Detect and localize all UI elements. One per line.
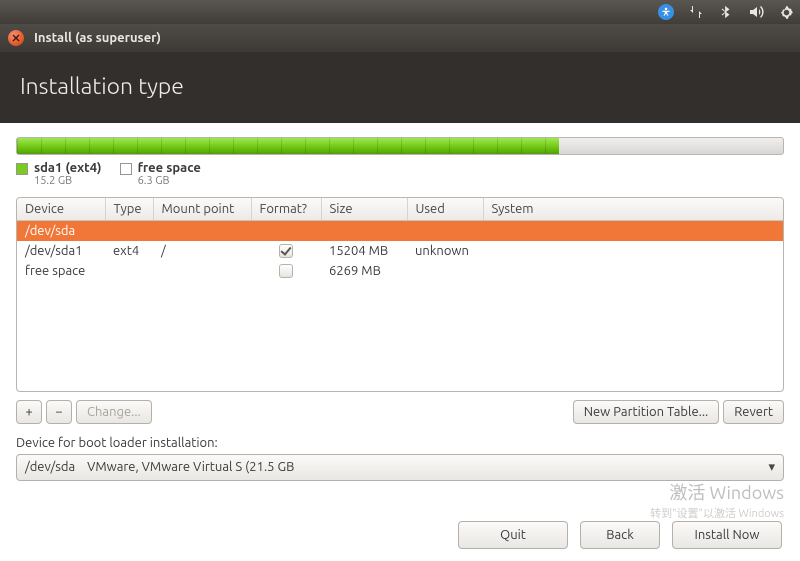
change-partition-button[interactable]: Change... xyxy=(76,400,152,424)
usage-segment-used xyxy=(17,138,559,154)
bootloader-device-select[interactable]: /dev/sda VMware, VMware Virtual S (21.5 … xyxy=(16,454,784,481)
quit-button[interactable]: Quit xyxy=(458,521,568,549)
table-header-row: Device Type Mount point Format? Size Use… xyxy=(17,198,783,221)
col-mount[interactable]: Mount point xyxy=(153,198,251,221)
table-empty-area xyxy=(17,281,783,391)
table-row[interactable]: free space6269 MB xyxy=(17,261,783,281)
legend-label: free space xyxy=(138,161,201,175)
add-partition-button[interactable]: + xyxy=(16,400,42,424)
bluetooth-icon[interactable] xyxy=(718,4,734,20)
col-format[interactable]: Format? xyxy=(251,198,321,221)
revert-button[interactable]: Revert xyxy=(723,400,784,424)
col-device[interactable]: Device xyxy=(17,198,105,221)
col-system[interactable]: System xyxy=(483,198,783,221)
legend-swatch-icon xyxy=(16,163,28,175)
legend-item: sda1 (ext4) 15.2 GB xyxy=(16,161,102,187)
col-used[interactable]: Used xyxy=(407,198,483,221)
legend-size: 6.3 GB xyxy=(138,175,201,187)
col-size[interactable]: Size xyxy=(321,198,407,221)
remove-partition-button[interactable]: − xyxy=(46,400,72,424)
legend-label: sda1 (ext4) xyxy=(34,161,102,175)
activation-watermark: 激活 Windows 转到"设置"以激活 Windows xyxy=(650,479,784,521)
legend-swatch-icon xyxy=(120,163,132,175)
window-title-bar: Install (as superuser) xyxy=(0,24,800,52)
wizard-footer: Quit Back Install Now xyxy=(458,521,782,549)
back-button[interactable]: Back xyxy=(580,521,660,549)
network-icon[interactable] xyxy=(688,4,704,20)
disk-usage-bar xyxy=(16,137,784,155)
cell-device: free space xyxy=(17,261,105,281)
cell-device: /dev/sda1 xyxy=(17,241,105,261)
window-title: Install (as superuser) xyxy=(34,31,161,45)
format-checkbox[interactable] xyxy=(279,264,293,278)
bootloader-label: Device for boot loader installation: xyxy=(16,436,784,450)
cell-device: /dev/sda xyxy=(17,221,105,241)
new-partition-table-button[interactable]: New Partition Table... xyxy=(573,400,720,424)
system-tray xyxy=(0,0,800,24)
volume-icon[interactable] xyxy=(748,4,764,20)
page-header: Installation type xyxy=(0,52,800,123)
chevron-down-icon: ▾ xyxy=(768,460,775,475)
page-title: Installation type xyxy=(20,74,780,99)
legend-item: free space 6.3 GB xyxy=(120,161,201,187)
usage-legend: sda1 (ext4) 15.2 GB free space 6.3 GB xyxy=(16,161,784,187)
partition-table[interactable]: Device Type Mount point Format? Size Use… xyxy=(16,197,784,392)
close-button[interactable] xyxy=(8,30,24,46)
table-row[interactable]: /dev/sda xyxy=(17,221,783,241)
install-now-button[interactable]: Install Now xyxy=(672,521,782,549)
col-type[interactable]: Type xyxy=(105,198,153,221)
bootloader-value: /dev/sda VMware, VMware Virtual S (21.5 … xyxy=(25,460,294,474)
format-checkbox[interactable] xyxy=(279,244,293,258)
gear-icon[interactable] xyxy=(778,4,794,20)
table-row[interactable]: /dev/sda1ext4/15204 MBunknown xyxy=(17,241,783,261)
accessibility-icon[interactable] xyxy=(658,4,674,20)
legend-size: 15.2 GB xyxy=(34,175,102,187)
